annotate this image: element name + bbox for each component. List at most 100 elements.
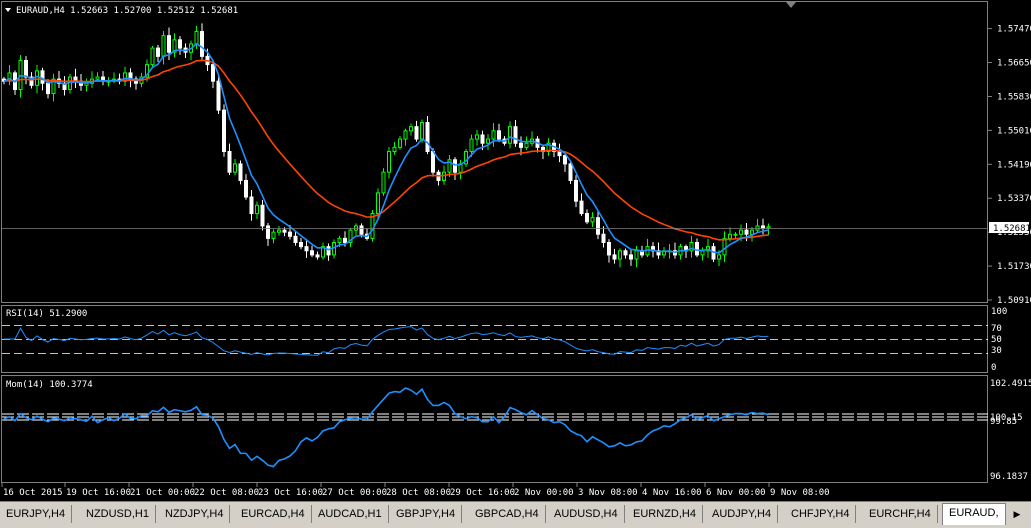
candle-body: [255, 204, 259, 215]
candle-body: [475, 134, 479, 140]
candle-body: [282, 229, 287, 233]
rsi-tick-label: 0: [991, 363, 996, 373]
candle-body: [557, 151, 562, 157]
candle-body: [420, 122, 424, 140]
candle-body: [310, 250, 314, 256]
candle-body: [227, 151, 232, 173]
candle-body: [629, 254, 633, 260]
candle-body: [46, 82, 50, 95]
candle-body: [359, 225, 364, 235]
candle-body: [194, 31, 199, 45]
candle-body: [623, 250, 628, 256]
price-tick-label: 1.50910: [997, 296, 1031, 306]
rsi-panel-frame: [1, 305, 988, 373]
time-tick-label: 22 Oct 08:00: [194, 488, 259, 498]
candle-body: [574, 179, 578, 202]
tab-chfjpy-h4[interactable]: CHFJPY,H4: [785, 505, 857, 523]
candle-body: [24, 59, 28, 78]
candle-body: [508, 126, 512, 144]
candle-body: [238, 163, 243, 181]
candle-body: [156, 47, 160, 57]
candle-body: [211, 64, 215, 82]
tab-eurjpy-h4[interactable]: EURJPY,H4: [0, 505, 73, 523]
momentum-tick-label: 99.85: [990, 417, 1017, 427]
candle-body: [739, 229, 743, 235]
candle-body: [755, 225, 760, 231]
momentum-line: [3, 387, 769, 468]
candle-body: [414, 126, 419, 140]
main-panel-frame: [1, 1, 988, 303]
candle-body: [167, 35, 171, 53]
slow-ma-line: [3, 59, 769, 241]
candle-body: [387, 151, 391, 173]
tab-scroll-right-icon[interactable]: ▶: [1011, 508, 1023, 522]
candle-body: [519, 142, 523, 148]
candle-body: [695, 242, 699, 256]
rsi-levels: [2, 325, 988, 354]
chart-shift-icon[interactable]: [786, 2, 796, 8]
price-axis: 1.57470 1.56650 1.55830 1.55010 1.54190 1.533…: [988, 25, 1031, 306]
candle-body: [161, 35, 166, 57]
price-tick-label: 1.56650: [997, 59, 1031, 69]
candle-body: [722, 237, 727, 256]
candle-body: [634, 250, 639, 260]
time-tick-label: 23 Oct 16:00: [258, 488, 323, 498]
tab-nzdusd-h1[interactable]: NZDUSD,H1: [80, 505, 156, 523]
tab-audusd-h4[interactable]: AUDUSD,H4: [548, 505, 625, 523]
candle-body: [761, 225, 765, 229]
tab-nzdjpy-h4[interactable]: NZDJPY,H4: [159, 505, 231, 523]
candle-body: [35, 70, 39, 86]
tab-euraud[interactable]: EURAUD,: [942, 503, 1006, 525]
rsi-line: [4, 326, 769, 356]
candle-body: [244, 179, 248, 198]
candle-body: [750, 229, 754, 235]
candle-body: [601, 233, 606, 244]
candle-body: [326, 246, 331, 256]
candle-body: [513, 126, 518, 144]
tab-eurnzd-h4[interactable]: EURNZD,H4: [627, 505, 703, 523]
candle-body: [271, 231, 276, 239]
candle-body: [354, 225, 358, 231]
candle-body: [607, 242, 611, 256]
time-tick-label: 28 Oct 08:00: [386, 488, 451, 498]
tab-gbpjpy-h4[interactable]: GBPJPY,H4: [390, 505, 463, 523]
tab-audcad-h1[interactable]: AUDCAD,H1: [312, 505, 389, 523]
momentum-tick-label: 102.4915: [990, 379, 1031, 389]
candle-body: [40, 70, 45, 84]
candle-body: [568, 163, 573, 181]
rsi-tick-label: 100: [991, 307, 1007, 317]
collapse-arrow-icon[interactable]: [5, 8, 11, 12]
candle-body: [95, 76, 100, 80]
candle-body: [491, 130, 496, 140]
tab-eurcad-h4[interactable]: EURCAD,H4: [235, 505, 312, 523]
rsi-tick-label: 30: [991, 346, 1002, 356]
candle-body: [293, 235, 298, 244]
candle-body: [277, 229, 281, 233]
candle-body: [480, 134, 485, 144]
candle-body: [403, 130, 408, 140]
candle-body: [343, 237, 347, 244]
tab-gbpcad-h4[interactable]: GBPCAD,H4: [469, 505, 546, 523]
candle-body: [178, 39, 182, 49]
tab-eurchf-h4[interactable]: EURCHF,H4: [863, 505, 938, 523]
candle-body: [612, 254, 617, 260]
candle-body: [376, 192, 380, 215]
candle-body: [563, 155, 567, 165]
main-header: EURAUD,H4 1.52663 1.52700 1.52512 1.5268…: [16, 6, 238, 16]
current-price-label: 1.52681: [993, 224, 1031, 234]
candle-body: [315, 254, 320, 258]
candle-body: [249, 196, 254, 215]
candle-body: [733, 233, 738, 236]
rsi-tick-label: 50: [991, 335, 1002, 345]
time-tick-label: 27 Oct 00:00: [322, 488, 387, 498]
tab-audjpy-h4[interactable]: AUDJPY,H4: [706, 505, 779, 523]
candlestick-series: [2, 23, 771, 268]
time-tick-label: 29 Oct 16:00: [450, 488, 515, 498]
time-tick-label: 3 Nov 08:00: [578, 488, 638, 498]
candle-body: [618, 250, 622, 260]
candle-body: [590, 217, 595, 223]
candle-body: [260, 204, 265, 227]
rsi-axis: 100 705030 0: [991, 307, 1007, 373]
candle-body: [288, 231, 292, 237]
candle-body: [233, 163, 237, 173]
